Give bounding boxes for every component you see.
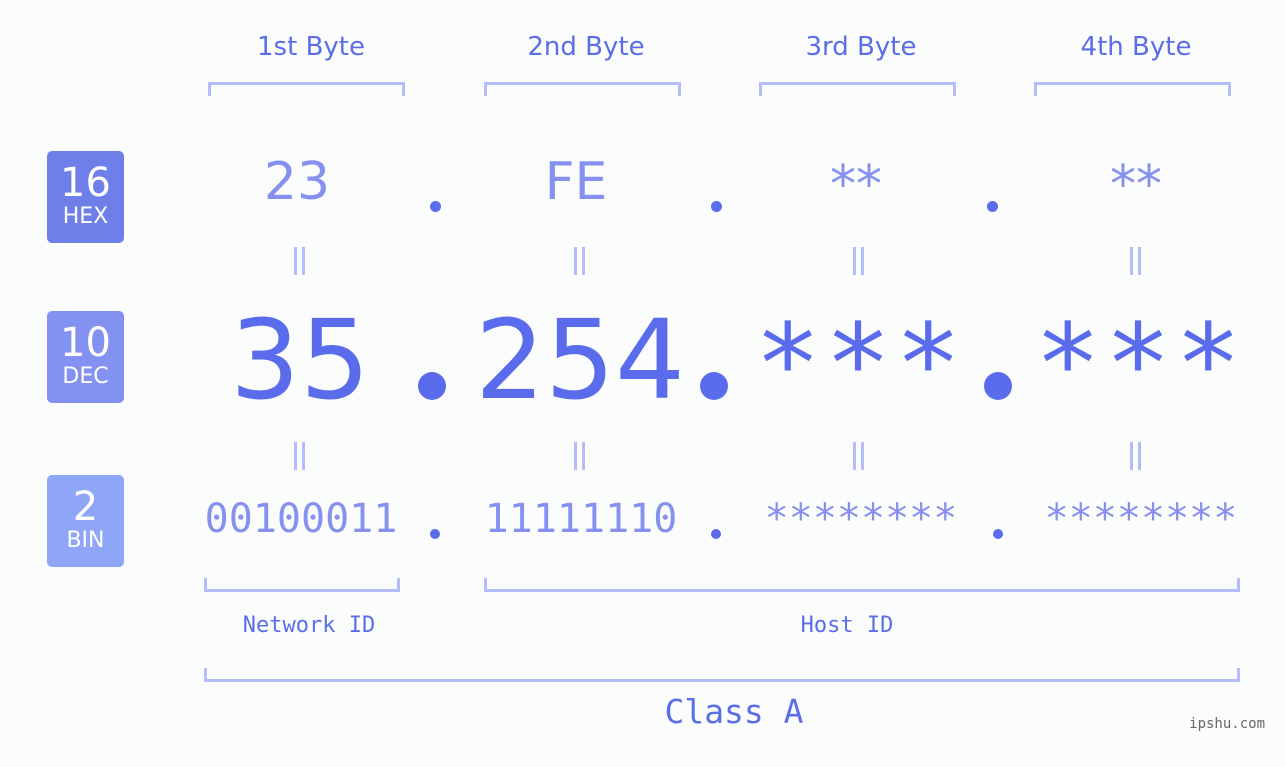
dec-separator-dot-1 (418, 372, 446, 400)
hex-separator-dot-1 (430, 201, 441, 212)
host-id-label: Host ID (800, 613, 894, 638)
hex-value-4: ** (1110, 155, 1162, 215)
watermark: ipshu.com (1189, 716, 1265, 732)
bin-value-4: ******** (1044, 496, 1238, 542)
dec-value-3: *** (754, 300, 966, 428)
network-id-label: Network ID (242, 613, 376, 638)
bin-separator-dot-1 (430, 529, 440, 539)
class-bracket (204, 668, 1240, 682)
byte-label-1: 1st Byte (257, 32, 365, 62)
equals-icon (292, 247, 306, 275)
equals-icon (292, 442, 306, 470)
bin-separator-dot-2 (711, 529, 721, 539)
bin-badge: 2 BIN (47, 475, 124, 567)
byte-label-2: 2nd Byte (527, 32, 645, 62)
hex-badge: 16 HEX (47, 151, 124, 243)
bin-value-3: ******** (764, 496, 958, 542)
hex-badge-label: HEX (62, 204, 109, 229)
equals-icon (851, 247, 865, 275)
byte-bracket-4 (1034, 82, 1231, 96)
dec-badge-number: 10 (60, 320, 111, 366)
equals-icon (1128, 247, 1142, 275)
host-id-bracket (484, 578, 1240, 592)
dec-value-1: 35 (230, 296, 370, 424)
byte-bracket-3 (759, 82, 956, 96)
dec-badge-label: DEC (62, 364, 109, 389)
equals-icon (572, 247, 586, 275)
bin-value-1: 00100011 (204, 496, 398, 542)
byte-bracket-2 (484, 82, 681, 96)
hex-badge-number: 16 (60, 160, 111, 206)
hex-separator-dot-3 (987, 201, 998, 212)
hex-value-2: FE (544, 152, 608, 212)
dec-value-4: *** (1034, 300, 1246, 428)
bin-separator-dot-3 (993, 529, 1003, 539)
hex-value-1: 23 (263, 152, 331, 212)
byte-bracket-1 (208, 82, 405, 96)
bin-badge-label: BIN (66, 528, 105, 553)
equals-icon (1128, 442, 1142, 470)
dec-badge: 10 DEC (47, 311, 124, 403)
dec-separator-dot-3 (984, 372, 1012, 400)
dec-value-2: 254 (475, 296, 685, 424)
network-id-bracket (204, 578, 400, 592)
dec-separator-dot-2 (700, 372, 728, 400)
byte-label-4: 4th Byte (1080, 32, 1192, 62)
equals-icon (572, 442, 586, 470)
bin-badge-number: 2 (72, 484, 99, 530)
class-label: Class A (664, 692, 804, 731)
byte-label-3: 3rd Byte (805, 32, 917, 62)
bin-value-2: 11111110 (484, 496, 678, 542)
hex-separator-dot-2 (711, 201, 722, 212)
hex-value-3: ** (830, 155, 882, 215)
equals-icon (851, 442, 865, 470)
